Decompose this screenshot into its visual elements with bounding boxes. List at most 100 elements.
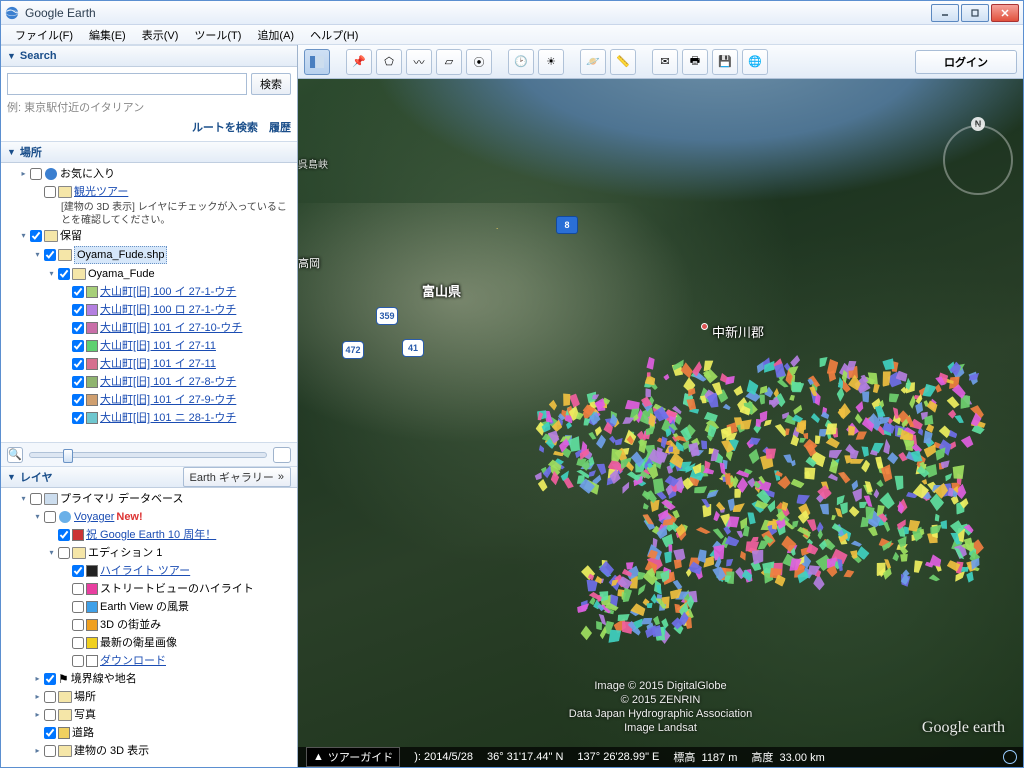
menu-tools[interactable]: ツール(T) — [186, 25, 249, 44]
layers-header[interactable]: ▼レイヤ Earth ギャラリー » — [1, 466, 297, 488]
parcel-link[interactable]: 大山町[旧] 100 ロ 27-1-ウチ — [100, 302, 236, 318]
checkbox[interactable] — [72, 637, 84, 649]
menu-view[interactable]: 表示(V) — [134, 25, 187, 44]
parcel-item: 大山町[旧] 101 イ 27-10-ウチ — [61, 319, 295, 337]
checkbox[interactable] — [72, 376, 84, 388]
search-button[interactable]: 検索 — [251, 73, 291, 95]
checkbox[interactable] — [44, 691, 56, 703]
checkbox[interactable] — [72, 286, 84, 298]
planet-button[interactable]: 🪐 — [580, 49, 606, 75]
checkbox[interactable] — [72, 412, 84, 424]
login-button[interactable]: ログイン — [915, 50, 1017, 74]
checkbox[interactable] — [44, 745, 56, 757]
expand-icon[interactable]: ▾ — [33, 513, 42, 522]
status-lon: 137° 26'28.99" E — [577, 751, 659, 763]
checkbox[interactable] — [72, 358, 84, 370]
parcel-link[interactable]: 大山町[旧] 101 イ 27-11 — [100, 338, 216, 354]
checkbox[interactable] — [58, 529, 70, 541]
polygon-button[interactable]: ⬠ — [376, 49, 402, 75]
sunlight-button[interactable]: ☀ — [538, 49, 564, 75]
checkbox[interactable] — [58, 547, 70, 559]
anniversary-link[interactable]: 祝 Google Earth 10 周年！ — [86, 527, 216, 543]
checkbox[interactable] — [30, 230, 42, 242]
route-shield-359: 359 — [376, 307, 398, 325]
history-link[interactable]: 履歴 — [269, 122, 291, 134]
checkbox[interactable] — [72, 322, 84, 334]
checkbox[interactable] — [58, 268, 70, 280]
checkbox[interactable] — [44, 249, 56, 261]
opacity-slider[interactable] — [29, 452, 267, 458]
earth-gallery-button[interactable]: Earth ギャラリー » — [183, 467, 291, 487]
checkbox[interactable] — [44, 709, 56, 721]
checkbox[interactable] — [72, 394, 84, 406]
print-button[interactable]: 🖶 — [682, 49, 708, 75]
parcel-link[interactable]: 大山町[旧] 101 イ 27-8-ウチ — [100, 374, 236, 390]
parcel-link[interactable]: 大山町[旧] 101 イ 27-11 — [100, 356, 216, 372]
minimize-button[interactable] — [931, 4, 959, 22]
checkbox[interactable] — [30, 493, 42, 505]
checkbox[interactable] — [72, 565, 84, 577]
parcel-link[interactable]: 大山町[旧] 101 ニ 28-1-ウチ — [100, 410, 236, 426]
zoom-out-icon[interactable]: 🔍 — [7, 447, 23, 463]
history-button[interactable]: 🕑 — [508, 49, 534, 75]
places-header[interactable]: ▼場所 — [1, 141, 297, 163]
checkbox[interactable] — [44, 673, 56, 685]
expand-icon[interactable]: ▾ — [19, 232, 28, 241]
checkbox[interactable] — [72, 340, 84, 352]
voyager-link[interactable]: Voyager — [74, 509, 114, 525]
menu-file[interactable]: ファイル(F) — [7, 25, 81, 44]
road-overlay — [298, 79, 598, 229]
parcel-link[interactable]: 大山町[旧] 100 イ 27-1-ウチ — [100, 284, 236, 300]
window-title: Google Earth — [25, 6, 931, 20]
checkbox[interactable] — [72, 304, 84, 316]
parcel-link[interactable]: 大山町[旧] 101 イ 27-9-ウチ — [100, 392, 236, 408]
shp-layer[interactable]: Oyama_Fude.shp — [74, 246, 167, 264]
search-header[interactable]: ▼Search — [1, 45, 297, 67]
map-viewport[interactable]: 8 359 41 472 富山県 中新川郡 高岡 呉島峡 N Image © 2… — [298, 79, 1023, 767]
expand-icon[interactable]: ▸ — [19, 170, 28, 179]
save-image-button[interactable]: 💾 — [712, 49, 738, 75]
close-button[interactable] — [991, 4, 1019, 22]
menu-edit[interactable]: 編集(E) — [81, 25, 134, 44]
parcel-link[interactable]: 大山町[旧] 101 イ 27-10-ウチ — [100, 320, 242, 336]
expand-icon[interactable]: ▾ — [19, 495, 28, 504]
checkbox[interactable] — [44, 727, 56, 739]
checkbox[interactable] — [44, 511, 56, 523]
tour-link[interactable]: 観光ツアー — [74, 184, 128, 200]
maximize-button[interactable] — [961, 4, 989, 22]
record-tour-button[interactable]: ⦿ — [466, 49, 492, 75]
checkbox[interactable] — [72, 619, 84, 631]
checkbox[interactable] — [72, 655, 84, 667]
highlight-tour-link[interactable]: ハイライト ツアー — [100, 563, 190, 579]
folder-icon — [58, 691, 72, 703]
route-search-link[interactable]: ルートを検索 — [192, 122, 258, 134]
expand-icon[interactable]: ▾ — [47, 549, 56, 558]
view-in-maps-button[interactable]: 🌐 — [742, 49, 768, 75]
folder-picker-button[interactable] — [273, 447, 291, 463]
map-canvas[interactable]: 📌 ⬠ 〰 ▱ ⦿ 🕑 ☀ 🪐 📏 ✉ 🖶 💾 🌐 ログイン — [298, 45, 1023, 767]
email-button[interactable]: ✉ — [652, 49, 678, 75]
checkbox[interactable] — [30, 168, 42, 180]
parcel-item: 大山町[旧] 101 イ 27-9-ウチ — [61, 391, 295, 409]
path-button[interactable]: 〰 — [406, 49, 432, 75]
ruler-button[interactable]: 📏 — [610, 49, 636, 75]
expand-icon[interactable]: ▾ — [33, 251, 42, 260]
menu-add[interactable]: 追加(A) — [249, 25, 302, 44]
expand-icon[interactable]: ▾ — [47, 270, 56, 279]
menu-help[interactable]: ヘルプ(H) — [302, 25, 366, 44]
folder-icon — [72, 268, 86, 280]
expand-icon[interactable]: ▸ — [33, 675, 42, 684]
checkbox[interactable] — [72, 583, 84, 595]
download-link[interactable]: ダウンロード — [100, 653, 166, 669]
placemark-button[interactable]: 📌 — [346, 49, 372, 75]
expand-icon[interactable]: ▸ — [33, 693, 42, 702]
expand-icon[interactable]: ▸ — [33, 711, 42, 720]
image-overlay-button[interactable]: ▱ — [436, 49, 462, 75]
checkbox[interactable] — [72, 601, 84, 613]
tour-guide-button[interactable]: ▲ ツアーガイド — [306, 747, 400, 767]
compass-control[interactable] — [943, 125, 1013, 195]
checkbox[interactable] — [44, 186, 56, 198]
expand-icon[interactable]: ▸ — [33, 747, 42, 756]
search-input[interactable] — [7, 73, 247, 95]
sidebar-toggle-button[interactable] — [304, 49, 330, 75]
